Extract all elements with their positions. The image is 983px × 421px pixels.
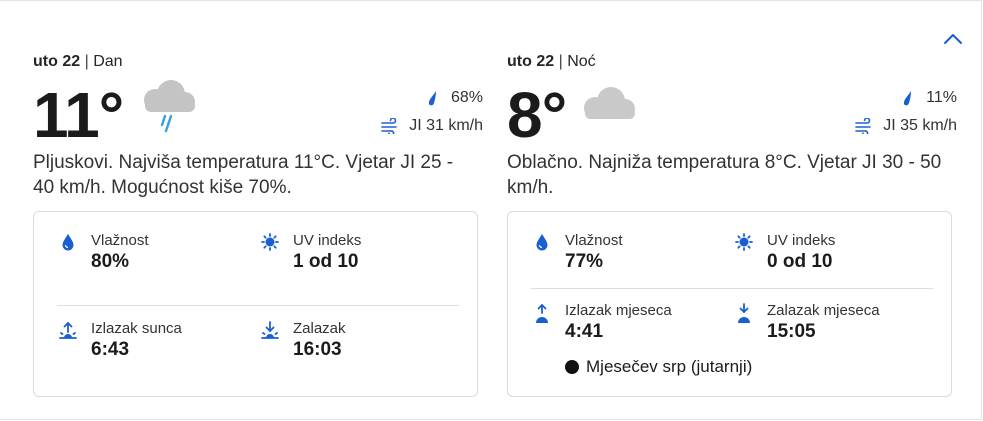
uv-value: 1 od 10 bbox=[293, 251, 359, 272]
moonset-value: 15:05 bbox=[767, 321, 816, 342]
moon-phase: Mjesečev srp (jutarnji) bbox=[565, 357, 752, 377]
night-moonrise: Izlazak mjeseca 4:41 bbox=[531, 302, 672, 344]
humidity-label: Vlažnost bbox=[91, 232, 149, 249]
night-precip: 11% bbox=[837, 84, 957, 112]
night-part-label: Noć bbox=[567, 53, 596, 70]
day-metrics: 68% JI 31 km/h bbox=[363, 84, 483, 140]
night-wind-value: JI 35 km/h bbox=[883, 117, 957, 134]
uv-label: UV indeks bbox=[293, 232, 362, 249]
day-description: Pljuskovi. Najviša temperatura 11°C. Vje… bbox=[33, 152, 454, 198]
day-details-card: Vlažnost 80% UV indeks 1 od 10 Izlazak sun… bbox=[33, 211, 478, 397]
moonrise-label: Izlazak mjeseca bbox=[565, 302, 672, 319]
raindrop-icon bbox=[428, 91, 436, 106]
uv-label: UV indeks bbox=[767, 232, 836, 249]
sunrise-icon bbox=[59, 321, 77, 339]
day-humidity: Vlažnost 80% bbox=[57, 232, 149, 274]
date-separator: | bbox=[84, 53, 89, 70]
day-temperature: 11° bbox=[33, 79, 124, 151]
day-sunrise: Izlazak sunca 6:43 bbox=[57, 320, 182, 362]
day-uv: UV indeks 1 od 10 bbox=[259, 232, 361, 274]
moon-phase-label: Mjesečev srp (jutarnji) bbox=[586, 357, 753, 376]
day-date: uto 22 bbox=[33, 53, 81, 70]
wind-icon bbox=[855, 118, 871, 134]
day-part-label: Dan bbox=[93, 53, 123, 70]
sunrise-label: Izlazak sunca bbox=[91, 320, 182, 337]
sunrise-value: 6:43 bbox=[91, 339, 130, 360]
moonset-icon bbox=[738, 303, 750, 323]
night-temperature: 8° bbox=[507, 79, 567, 151]
night-humidity: Vlažnost 77% bbox=[531, 232, 623, 274]
night-uv: UV indeks 0 od 10 bbox=[733, 232, 835, 274]
card-divider bbox=[531, 288, 933, 289]
sunset-value: 16:03 bbox=[293, 339, 342, 360]
day-wind: JI 31 km/h bbox=[363, 112, 483, 140]
moonrise-value: 4:41 bbox=[565, 321, 604, 342]
humidity-label: Vlažnost bbox=[565, 232, 623, 249]
day-forecast: uto 22 | Dan 11° 68% JI 31 km/h Pljuskov… bbox=[33, 0, 483, 410]
night-forecast: uto 22 | Noć 8° 11% JI 35 km/h Oblačno. … bbox=[507, 0, 957, 410]
night-description: Oblačno. Najniža temperatura 8°C. Vjetar… bbox=[507, 152, 942, 198]
day-wind-value: JI 31 km/h bbox=[409, 117, 483, 134]
sun-icon bbox=[261, 233, 279, 251]
night-metrics: 11% JI 35 km/h bbox=[837, 84, 957, 140]
day-precip-value: 68% bbox=[450, 89, 483, 106]
night-date: uto 22 bbox=[507, 53, 555, 70]
night-details-card: Vlažnost 77% UV indeks 0 od 10 Izlazak mje… bbox=[507, 211, 952, 397]
sunset-label: Zalazak bbox=[293, 320, 346, 337]
wind-icon bbox=[381, 118, 397, 134]
night-moonset: Zalazak mjeseca 15:05 bbox=[733, 302, 880, 344]
moonset-label: Zalazak mjeseca bbox=[767, 302, 880, 319]
day-date-line: uto 22 | Dan bbox=[33, 53, 123, 71]
humidity-value: 77% bbox=[565, 251, 604, 272]
sun-icon bbox=[735, 233, 753, 251]
sunset-icon bbox=[261, 321, 279, 339]
humidity-icon bbox=[536, 234, 548, 251]
humidity-value: 80% bbox=[91, 251, 130, 272]
moonrise-icon bbox=[536, 303, 548, 323]
night-wind: JI 35 km/h bbox=[837, 112, 957, 140]
cloud-rain-icon bbox=[144, 80, 195, 133]
day-precip: 68% bbox=[363, 84, 483, 112]
uv-value: 0 od 10 bbox=[767, 251, 833, 272]
night-date-line: uto 22 | Noć bbox=[507, 53, 596, 71]
night-precip-value: 11% bbox=[926, 89, 957, 106]
card-divider bbox=[57, 305, 459, 306]
cloud-icon bbox=[584, 87, 635, 119]
date-separator: | bbox=[558, 53, 563, 70]
moon-phase-icon bbox=[565, 360, 579, 374]
humidity-icon bbox=[62, 234, 74, 251]
day-sunset: Zalazak 16:03 bbox=[259, 320, 346, 362]
raindrop-icon bbox=[904, 91, 912, 106]
